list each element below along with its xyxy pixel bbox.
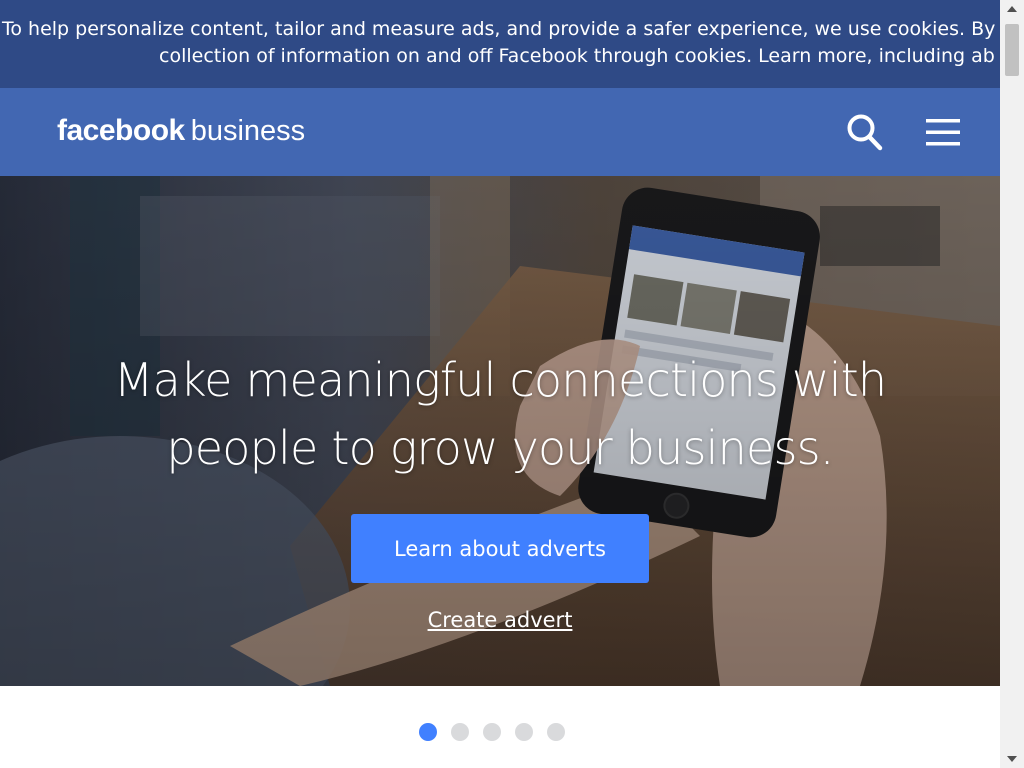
hero-headline: Make meaningful connections with people … xyxy=(0,346,1000,482)
carousel-pagination xyxy=(419,723,565,741)
scroll-up-arrow-icon[interactable] xyxy=(1000,0,1024,18)
scrollbar-thumb[interactable] xyxy=(1005,24,1019,76)
hero-banner: Make meaningful connections with people … xyxy=(0,176,1000,686)
menu-button[interactable] xyxy=(924,114,962,150)
cookie-banner: To help personalize content, tailor and … xyxy=(0,0,1000,88)
vertical-scrollbar[interactable] xyxy=(1000,0,1024,768)
carousel-dot-4[interactable] xyxy=(515,723,533,741)
scroll-down-arrow-icon[interactable] xyxy=(1000,750,1024,768)
logo-brand-text: facebook xyxy=(57,114,185,147)
learn-about-adverts-button[interactable]: Learn about adverts xyxy=(351,514,649,583)
cookie-text-line-1: To help personalize content, tailor and … xyxy=(2,18,996,40)
hero-headline-line-2: people to grow your business. xyxy=(166,421,834,475)
cookie-text-line-2[interactable]: collection of information on and off Fac… xyxy=(159,43,995,70)
search-icon xyxy=(847,114,883,151)
carousel-dot-2[interactable] xyxy=(451,723,469,741)
carousel-dot-1[interactable] xyxy=(419,723,437,741)
logo-sub-text: business xyxy=(190,115,306,147)
carousel-dot-5[interactable] xyxy=(547,723,565,741)
create-advert-link[interactable]: Create advert xyxy=(0,608,1000,632)
hero-headline-line-1: Make meaningful connections with xyxy=(113,353,887,407)
search-button[interactable] xyxy=(846,112,884,152)
carousel-dot-3[interactable] xyxy=(483,723,501,741)
hamburger-menu-icon xyxy=(926,119,960,146)
facebook-business-logo[interactable]: facebook business xyxy=(57,114,305,150)
